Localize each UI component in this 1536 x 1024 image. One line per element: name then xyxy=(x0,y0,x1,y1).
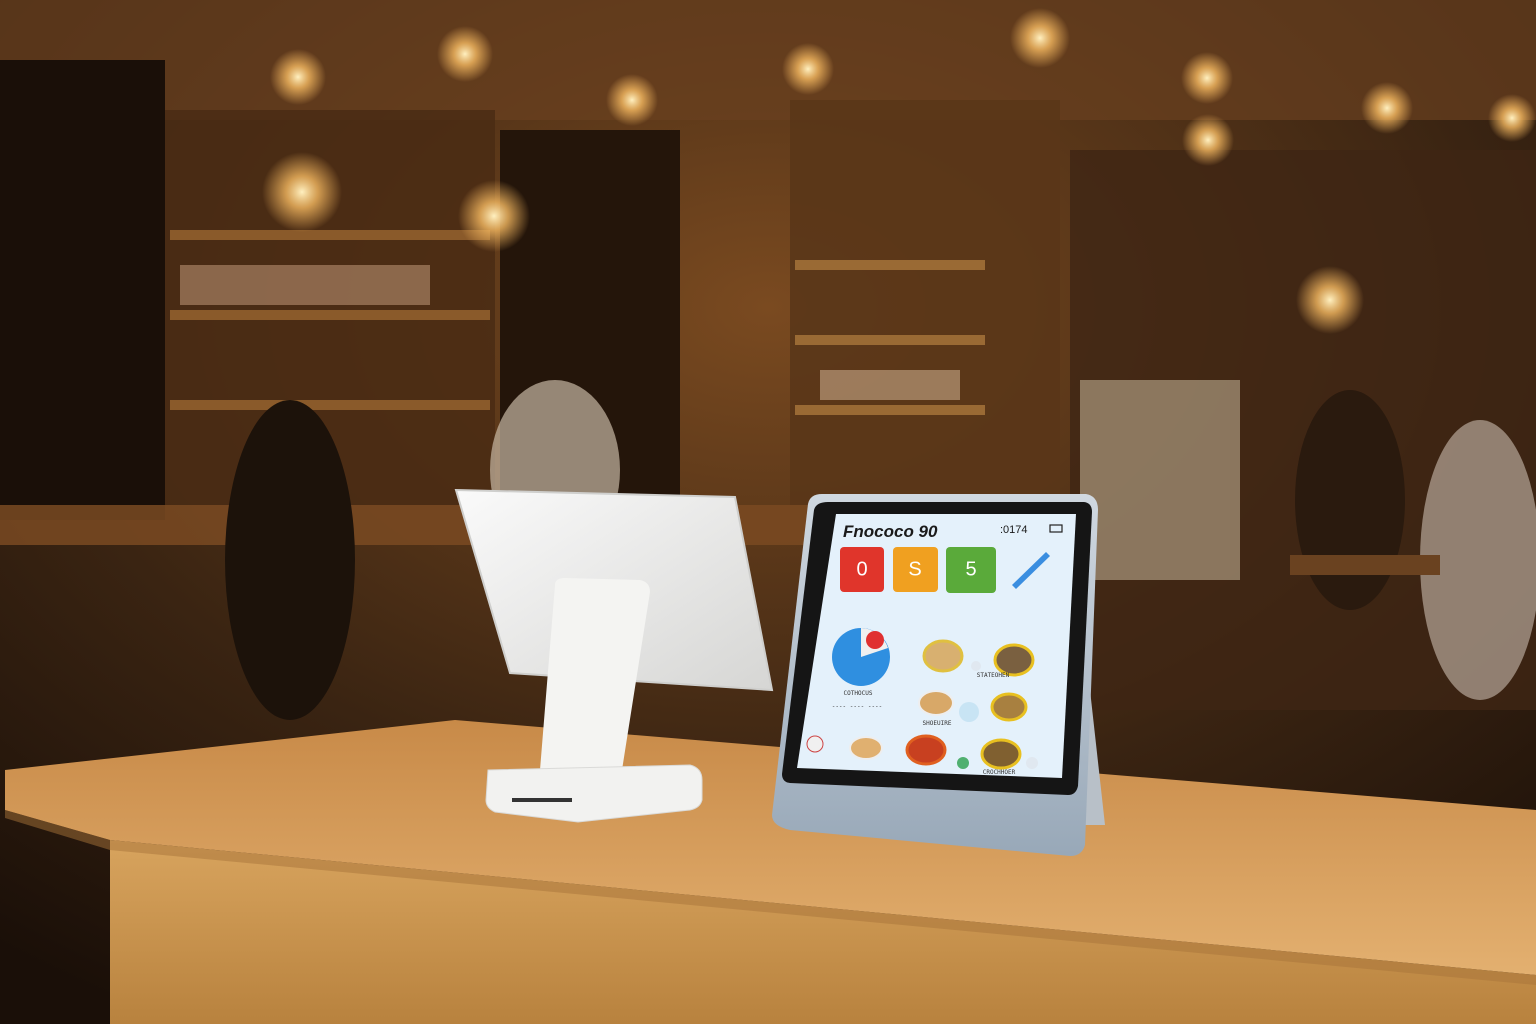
shelf-board xyxy=(795,335,985,345)
pendant-lamp xyxy=(458,180,530,252)
person-silhouette xyxy=(225,400,355,720)
food-label-2: SHOEUIRE xyxy=(923,720,952,727)
tile-green[interactable]: 5 xyxy=(946,547,996,593)
small-icon xyxy=(806,735,824,753)
person-silhouette xyxy=(1295,390,1405,610)
shelf-board xyxy=(795,260,985,270)
food-item[interactable] xyxy=(905,734,947,766)
small-icon xyxy=(959,702,979,722)
shelf-unit-right xyxy=(790,100,1060,520)
ceiling xyxy=(0,0,1536,120)
shelf-board xyxy=(170,230,490,240)
tile-orange-label: S xyxy=(908,558,921,580)
status-time: :0174 xyxy=(1000,524,1028,536)
header-title: Fnococo 90 xyxy=(843,522,938,541)
shelf-jars xyxy=(820,370,960,400)
food-item[interactable] xyxy=(918,690,954,716)
tile-green-label: 5 xyxy=(965,558,976,580)
food-label-3: CROCHHOER xyxy=(983,769,1016,776)
dark-doorway xyxy=(0,60,165,520)
small-icon xyxy=(971,661,981,671)
food-label-1: STATEOHEN xyxy=(977,672,1010,679)
shelf-board xyxy=(795,405,985,415)
pendant-lamp xyxy=(262,152,342,232)
wall-sconce xyxy=(1296,266,1364,334)
table xyxy=(1290,555,1440,575)
food-item[interactable] xyxy=(990,692,1028,722)
clothes-rack xyxy=(1080,380,1240,580)
pie-caption: ---- ---- ---- xyxy=(832,703,883,710)
tablet-device: Fnococo 90 :0174 0 S 5 COTHOCUS ---- ---… xyxy=(772,494,1105,856)
tile-orange[interactable]: S xyxy=(893,547,938,592)
shelf-board xyxy=(170,310,490,320)
card-slot xyxy=(512,798,572,802)
shelf-jars xyxy=(180,265,430,305)
food-item[interactable] xyxy=(849,736,883,760)
food-item[interactable] xyxy=(922,639,964,673)
tile-red[interactable]: 0 xyxy=(840,547,884,592)
shelf-board xyxy=(170,400,490,410)
tile-red-label: 0 xyxy=(856,558,867,580)
food-item[interactable] xyxy=(980,738,1022,770)
pie-highlight xyxy=(866,631,884,649)
small-icon xyxy=(1026,757,1038,769)
cafe-scene: Fnococo 90 :0174 0 S 5 COTHOCUS ---- ---… xyxy=(0,0,1536,1024)
pie-label: COTHOCUS xyxy=(844,690,873,697)
food-item[interactable] xyxy=(993,643,1035,677)
small-icon xyxy=(957,757,969,769)
